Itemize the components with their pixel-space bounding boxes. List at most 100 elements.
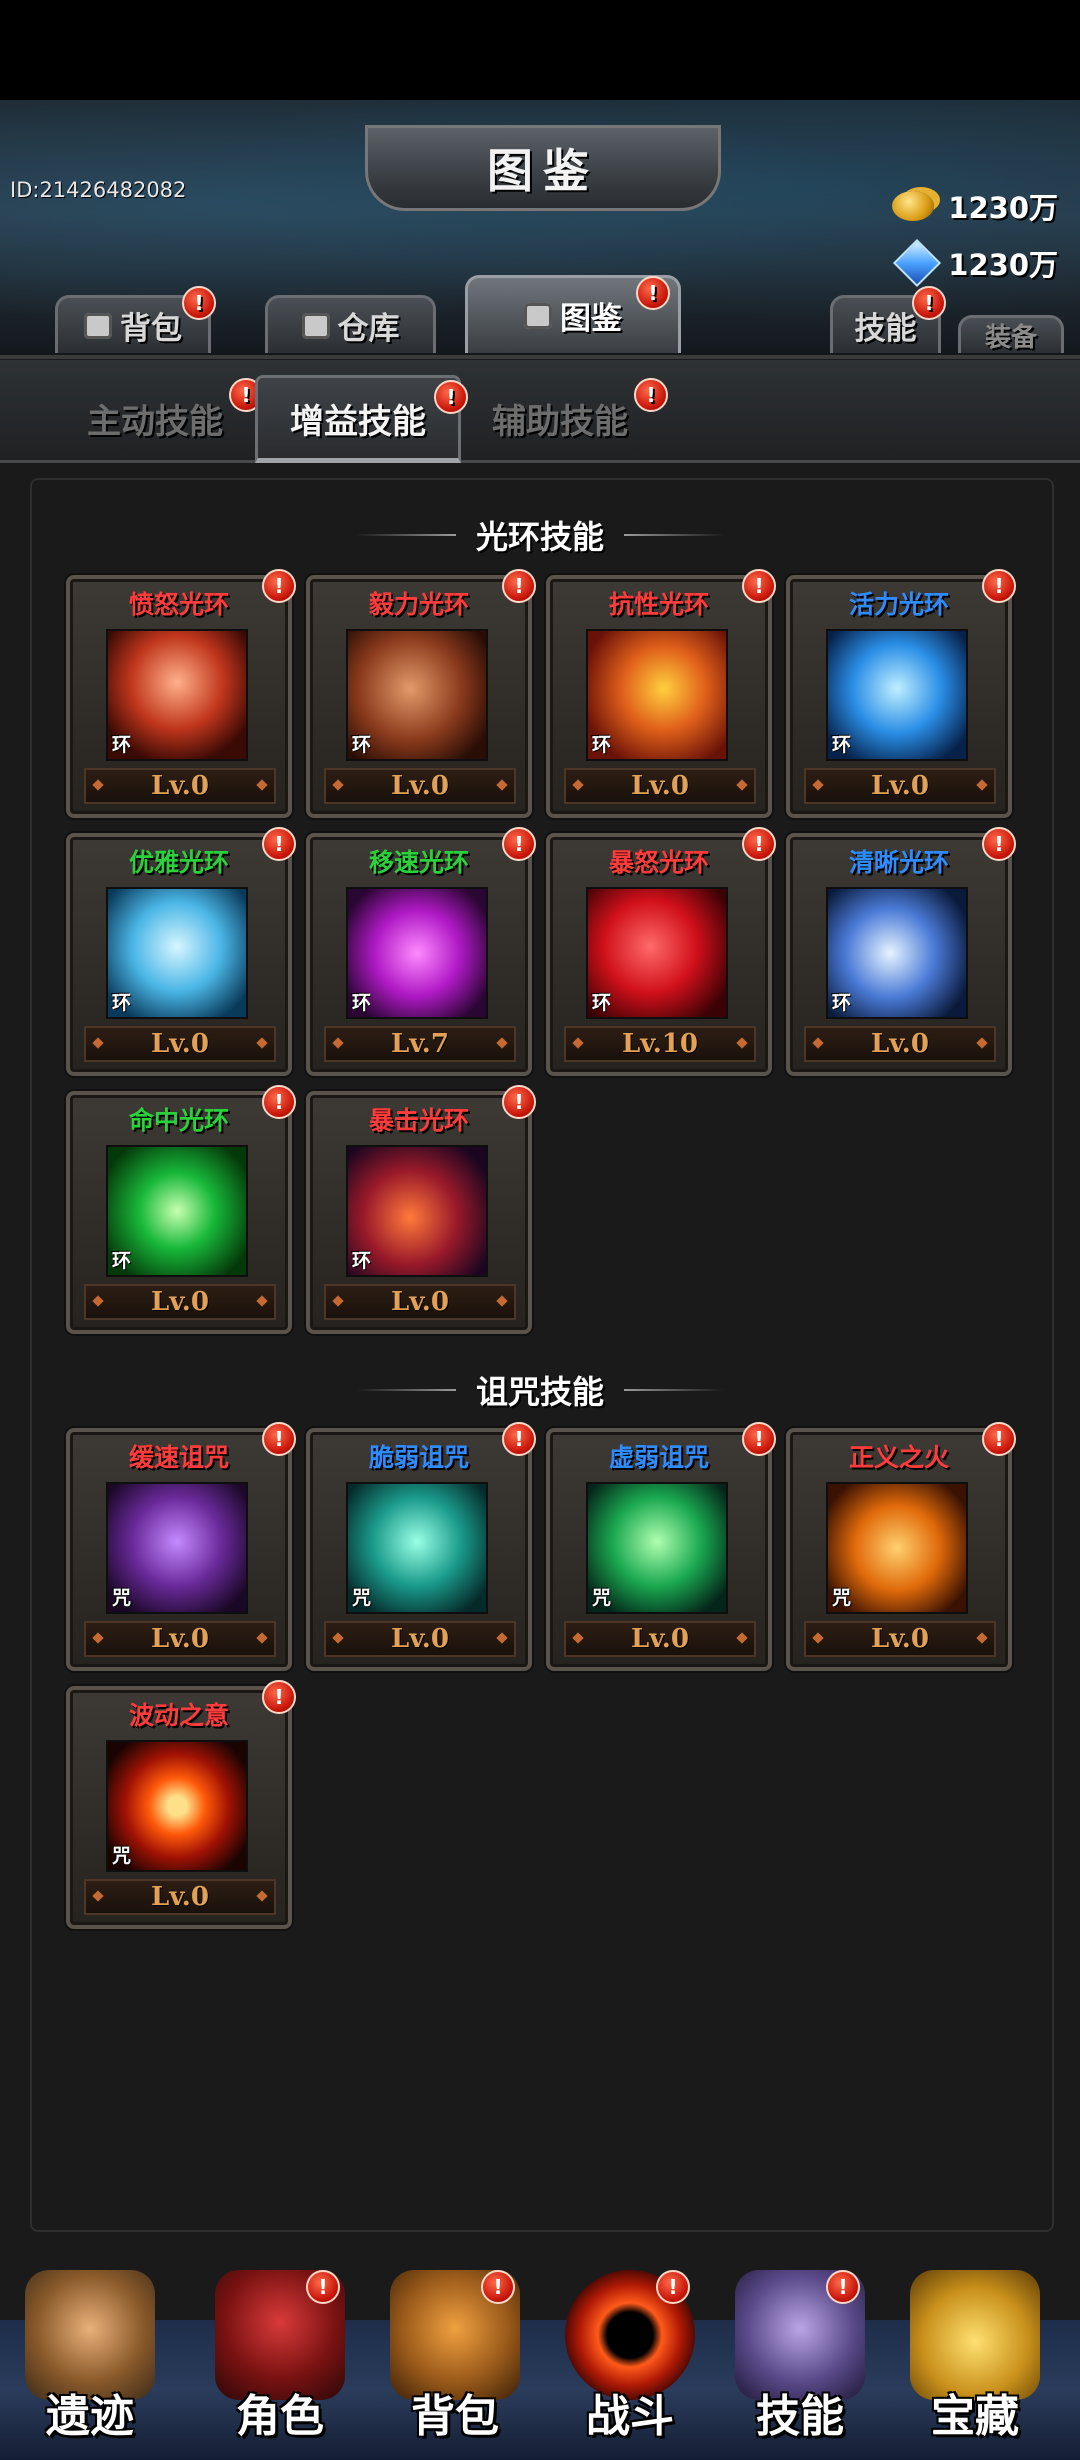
alert-badge: ! — [306, 2270, 340, 2304]
skill-name: 正义之火 — [848, 1443, 949, 1472]
nav-backpack[interactable]: 背包 ! — [370, 2270, 540, 2460]
page-title: 图鉴 — [487, 144, 599, 198]
alert-badge: ! — [262, 1422, 296, 1456]
tab-warehouse[interactable]: 仓库 — [265, 295, 436, 353]
alert-badge: ! — [262, 569, 296, 603]
section-header-aura: 光环技能 — [0, 510, 1080, 560]
nav-backpack-label: 背包 — [411, 2391, 499, 2442]
skill-name: 优雅光环 — [128, 848, 229, 877]
tab-codex-label: 图鉴 — [560, 301, 622, 337]
alert-badge: ! — [656, 2270, 690, 2304]
title-plate: 图鉴 — [365, 125, 721, 211]
nav-skills-label: 技能 — [756, 2391, 844, 2442]
tab-backpack[interactable]: 背包 ! — [55, 286, 216, 353]
skill-type-tag: 咒 — [592, 1587, 612, 1609]
skill-level: Lv.7 — [324, 1026, 516, 1062]
skill-card[interactable]: 清晰光环环 Lv.0! — [786, 827, 1016, 1076]
skill-icon: 咒 — [106, 1482, 248, 1614]
skill-level: Lv.0 — [804, 1026, 996, 1062]
skill-icon: 咒 — [346, 1482, 488, 1614]
skill-type-tag: 环 — [112, 734, 132, 756]
skill-card[interactable]: 命中光环环 Lv.0! — [66, 1085, 296, 1334]
nav-ruins-label: 遗迹 — [46, 2391, 134, 2442]
skill-type-tag: 咒 — [112, 1845, 132, 1867]
skill-level: Lv.0 — [84, 1879, 276, 1915]
skill-icon: 环 — [346, 1145, 488, 1277]
skill-name: 愤怒光环 — [128, 590, 229, 619]
section-title-curse: 诅咒技能 — [475, 1373, 604, 1411]
alert-badge: ! — [982, 827, 1016, 861]
divider — [355, 534, 456, 536]
alert-badge: ! — [982, 569, 1016, 603]
skill-card[interactable]: 暴击光环环 Lv.0! — [306, 1085, 536, 1334]
subtab-support-skills[interactable]: 辅助技能 ! — [460, 378, 668, 448]
subtab-buff-skills-label: 增益技能 — [290, 401, 426, 442]
skill-name: 命中光环 — [128, 1106, 229, 1135]
tab-skills[interactable]: 技能 ! — [830, 286, 946, 353]
skill-icon: 环 — [346, 887, 488, 1019]
tab-warehouse-label: 仓库 — [337, 311, 400, 347]
skill-type-tag: 环 — [592, 734, 612, 756]
skill-type-tag: 环 — [112, 1250, 132, 1272]
alert-badge: ! — [982, 1422, 1016, 1456]
gold-currency: 1230万 — [892, 185, 1058, 227]
skill-type-tag: 环 — [352, 734, 372, 756]
alert-badge: ! — [502, 1085, 536, 1119]
skill-type-tag: 环 — [352, 992, 372, 1014]
skill-type-tag: 环 — [832, 734, 852, 756]
divider — [355, 1389, 456, 1391]
skill-card[interactable]: 虚弱诅咒咒 Lv.0! — [546, 1422, 776, 1671]
subtab-active-skills-label: 主动技能 — [87, 401, 223, 442]
nav-ruins[interactable]: 遗迹 — [5, 2270, 175, 2460]
skill-name: 暴击光环 — [368, 1106, 469, 1135]
nav-treasure[interactable]: 宝藏 — [890, 2270, 1060, 2460]
section-header-curse: 诅咒技能 — [0, 1365, 1080, 1415]
skill-level: Lv.0 — [84, 1621, 276, 1657]
skill-card[interactable]: 毅力光环环 Lv.0! — [306, 569, 536, 818]
skill-card[interactable]: 愤怒光环环 Lv.0! — [66, 569, 296, 818]
skill-card[interactable]: 脆弱诅咒咒 Lv.0! — [306, 1422, 536, 1671]
alert-badge: ! — [182, 286, 216, 320]
nav-skills[interactable]: 技能 ! — [715, 2270, 885, 2460]
skill-card[interactable]: 暴怒光环环 Lv.10! — [546, 827, 776, 1076]
skill-card[interactable]: 抗性光环环 Lv.0! — [546, 569, 776, 818]
skill-level: Lv.0 — [84, 768, 276, 804]
tab-codex[interactable]: 图鉴 ! — [465, 275, 681, 353]
skill-card[interactable]: 缓速诅咒咒 Lv.0! — [66, 1422, 296, 1671]
tab-equipment[interactable]: 装备 — [958, 315, 1064, 353]
skill-card[interactable]: 移速光环环 Lv.7! — [306, 827, 536, 1076]
skill-card[interactable]: 正义之火咒 Lv.0! — [786, 1422, 1016, 1671]
skill-name: 毅力光环 — [368, 590, 469, 619]
subtab-active-skills[interactable]: 主动技能 ! — [55, 378, 263, 448]
nav-battle-label: 战斗 — [586, 2391, 674, 2442]
skill-name: 活力光环 — [848, 590, 949, 619]
backpack-icon — [84, 312, 112, 339]
skill-level: Lv.0 — [84, 1026, 276, 1062]
subtab-support-skills-label: 辅助技能 — [492, 401, 628, 442]
skill-card[interactable]: 活力光环环 Lv.0! — [786, 569, 1016, 818]
divider — [624, 534, 724, 536]
skill-icon: 环 — [106, 629, 248, 761]
skill-card[interactable]: 优雅光环环 Lv.0! — [66, 827, 296, 1076]
skill-type-tag: 咒 — [352, 1587, 372, 1609]
bottom-nav: 遗迹 角色 ! 背包 ! 战斗 ! 技能 ! 宝藏 — [0, 2270, 1080, 2460]
skill-icon: 环 — [106, 1145, 248, 1277]
tab-equipment-label: 装备 — [984, 323, 1037, 353]
subtab-buff-skills[interactable]: 增益技能 ! — [255, 375, 468, 463]
nav-character[interactable]: 角色 ! — [195, 2270, 365, 2460]
nav-character-label: 角色 — [236, 2391, 324, 2442]
skill-level: Lv.0 — [564, 768, 756, 804]
skill-level: Lv.10 — [564, 1026, 756, 1062]
skill-icon: 环 — [346, 629, 488, 761]
player-id: ID:21426482082 — [10, 178, 187, 202]
skill-level: Lv.0 — [804, 768, 996, 804]
skill-card[interactable]: 波动之意咒 Lv.0! — [66, 1680, 296, 1929]
skill-name: 虚弱诅咒 — [608, 1443, 709, 1472]
skill-name: 移速光环 — [368, 848, 469, 877]
skill-level: Lv.0 — [84, 1284, 276, 1320]
sub-tab-bar: 主动技能 ! 增益技能 ! 辅助技能 ! — [0, 360, 1080, 463]
nav-battle[interactable]: 战斗 ! — [545, 2270, 715, 2460]
skill-type-tag: 环 — [112, 992, 132, 1014]
tab-backpack-label: 背包 — [120, 311, 182, 347]
gem-amount: 1230万 — [948, 248, 1058, 282]
